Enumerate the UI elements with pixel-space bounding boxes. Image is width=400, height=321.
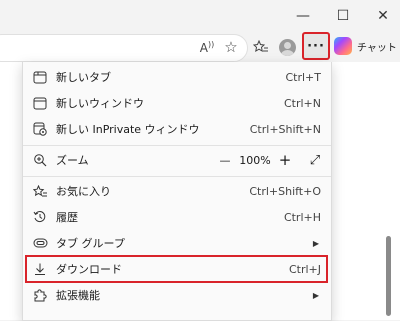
inprivate-icon (32, 121, 48, 137)
add-favorite-button[interactable]: ☆ (220, 36, 242, 58)
submenu-arrow-icon: ▶ (312, 290, 319, 300)
zoom-icon (32, 152, 48, 168)
menu-item-zoom: ズーム — 100% + ⤢ (23, 147, 331, 173)
menu-item-tab-groups[interactable]: タブ グループ ▶ (23, 230, 331, 256)
zoom-out-button[interactable]: — (215, 154, 235, 167)
read-aloud-icon: A)) (199, 39, 215, 55)
avatar-icon (278, 38, 296, 56)
tab-groups-icon (32, 235, 48, 251)
menu-item-label: 新しい InPrivate ウィンドウ (56, 123, 200, 136)
menu-item-label: ダウンロード (56, 263, 122, 276)
favorites-icon (32, 183, 48, 199)
settings-menu: 新しいタブ Ctrl+T 新しいウィンドウ Ctrl+N 新しい InPriva… (22, 62, 332, 321)
zoom-in-button[interactable]: + (275, 151, 295, 169)
submenu-arrow-icon: ▶ (312, 238, 319, 248)
maximize-icon: ☐ (336, 8, 350, 24)
shortcut-text: Ctrl+Shift+N (249, 122, 321, 136)
history-icon (32, 209, 48, 225)
zoom-level: 100% (239, 153, 271, 167)
new-window-icon (32, 95, 48, 111)
download-icon (32, 261, 48, 277)
fullscreen-button[interactable]: ⤢ (303, 153, 327, 168)
close-window-button[interactable]: ✕ (366, 2, 400, 30)
shortcut-text: Ctrl+H (283, 210, 321, 224)
scrollbar-thumb[interactable] (386, 236, 391, 316)
menu-item-new-tab[interactable]: 新しいタブ Ctrl+T (23, 64, 331, 90)
extensions-icon (32, 287, 48, 303)
new-tab-icon (32, 69, 48, 85)
menu-item-label: 新しいウィンドウ (56, 97, 144, 110)
read-aloud-button[interactable]: A)) (196, 36, 218, 58)
shortcut-text: Ctrl+T (285, 70, 321, 84)
menu-item-favorites[interactable]: お気に入り Ctrl+Shift+O (23, 178, 331, 204)
menu-divider (23, 176, 331, 177)
title-bar: — ☐ ✕ (0, 0, 400, 32)
favorites-button[interactable] (250, 36, 272, 58)
star-icon: ☆ (224, 38, 238, 56)
menu-item-label: 履歴 (56, 211, 78, 224)
minimize-button[interactable]: — (286, 2, 320, 30)
settings-more-button[interactable]: ··· (302, 32, 330, 60)
menu-item-extensions[interactable]: 拡張機能 ▶ (23, 282, 331, 308)
shortcut-text: Ctrl+Shift+O (249, 184, 321, 198)
shortcut-text: Ctrl+J (288, 262, 321, 276)
menu-item-new-inprivate[interactable]: 新しい InPrivate ウィンドウ Ctrl+Shift+N (23, 116, 331, 142)
profile-button[interactable] (276, 36, 298, 58)
close-icon: ✕ (377, 8, 389, 24)
maximize-button[interactable]: ☐ (326, 2, 360, 30)
minimize-icon: — (296, 8, 310, 24)
favorites-list-icon (253, 40, 268, 52)
menu-item-downloads[interactable]: ダウンロード Ctrl+J (23, 256, 331, 282)
menu-item-new-window[interactable]: 新しいウィンドウ Ctrl+N (23, 90, 331, 116)
menu-item-label: お気に入り (56, 185, 111, 198)
menu-item-label: 新しいタブ (56, 71, 111, 84)
shortcut-text: Ctrl+N (283, 96, 321, 110)
copilot-icon (334, 37, 352, 55)
zoom-controls: — 100% + ⤢ (215, 151, 327, 169)
menu-item-label: ズーム (56, 154, 89, 167)
copilot-chat-button[interactable]: チャット (334, 33, 400, 59)
menu-item-history[interactable]: 履歴 Ctrl+H (23, 204, 331, 230)
chat-label: チャット (357, 42, 397, 54)
menu-item-label: タブ グループ (56, 237, 125, 250)
menu-divider (23, 145, 331, 146)
menu-item-label: 拡張機能 (56, 289, 100, 302)
